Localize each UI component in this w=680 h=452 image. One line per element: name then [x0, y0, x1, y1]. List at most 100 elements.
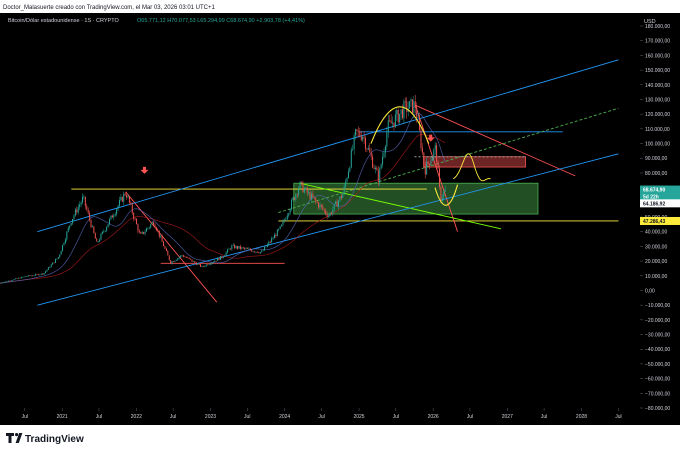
candle-body	[244, 247, 246, 249]
candle-body	[380, 164, 382, 169]
candle-body	[127, 196, 129, 198]
x-tick-label: 2024	[279, 414, 290, 420]
candle-body	[118, 200, 120, 206]
candle-body	[383, 152, 385, 157]
candle-body	[89, 213, 91, 221]
candle-body	[25, 276, 27, 278]
candle-body	[94, 233, 96, 239]
candle-body	[171, 261, 173, 264]
y-tick-label: 140.000,00	[645, 83, 670, 89]
candle-body	[182, 255, 184, 257]
candle-body	[416, 107, 418, 118]
candle-body	[420, 130, 422, 148]
candle-body	[45, 271, 47, 273]
candle-body	[276, 229, 278, 237]
candle-body	[357, 131, 359, 132]
candle-body	[155, 227, 157, 231]
y-tick-label: −30.000,00	[645, 333, 670, 339]
candle-body	[429, 163, 431, 166]
candle-body	[17, 277, 19, 279]
candle-body	[387, 120, 389, 133]
candle-body	[192, 261, 194, 262]
candle-body	[295, 194, 297, 200]
candle-body	[301, 181, 303, 183]
candle-body	[379, 168, 381, 183]
candle-body	[86, 205, 88, 210]
candle-body	[417, 117, 419, 118]
candle-body	[332, 209, 334, 214]
x-tick-label: 2022	[131, 414, 142, 420]
candle-body	[302, 182, 304, 193]
candle-body	[194, 261, 196, 263]
candle-body	[434, 145, 436, 150]
candle-body	[195, 262, 197, 265]
candle-body	[209, 263, 211, 265]
candle-body	[13, 279, 15, 281]
candle-body	[265, 246, 267, 248]
candle-body	[106, 227, 108, 231]
candle-body	[261, 251, 263, 252]
candle-body	[264, 247, 266, 251]
y-tick-label: 0,00	[645, 288, 655, 294]
chart-frame: 180.000,00 170.000,00 160.000,00 150.000,00…	[0, 0, 680, 452]
currency-label: USD	[644, 19, 656, 25]
candle-body	[219, 256, 221, 260]
price-label-text: 64.186,92	[643, 201, 665, 207]
candle-body	[84, 196, 86, 206]
candle-body	[315, 198, 317, 202]
candle-body	[281, 224, 283, 227]
candle-body	[19, 277, 21, 279]
candle-body	[255, 251, 257, 253]
candle-body	[299, 181, 301, 188]
plot-background[interactable]	[0, 13, 640, 425]
candle-body	[426, 161, 428, 175]
candle-body	[370, 152, 372, 157]
candle-body	[50, 264, 52, 268]
candle-body	[222, 256, 224, 258]
candle-body	[444, 188, 446, 192]
candle-body	[347, 171, 349, 179]
candle-body	[90, 220, 92, 228]
candle-body	[218, 258, 220, 260]
candle-body	[128, 196, 130, 203]
candle-body	[175, 259, 177, 261]
candle-body	[325, 210, 327, 214]
chart-canvas[interactable]: 180.000,00170.000,00160.000,00150.000,00…	[0, 0, 680, 452]
candle-body	[111, 215, 113, 218]
candle-body	[303, 189, 305, 193]
candle-body	[231, 245, 233, 250]
candle-body	[158, 230, 160, 237]
candle-body	[440, 186, 442, 202]
candle-body	[376, 167, 378, 171]
candle-body	[2, 282, 4, 284]
candle-body	[208, 264, 210, 266]
candle-body	[96, 238, 98, 242]
candle-body	[291, 199, 293, 210]
candle-body	[180, 255, 182, 258]
candle-body	[70, 223, 72, 226]
candle-body	[157, 230, 159, 231]
candle-body	[386, 132, 388, 147]
candle-body	[123, 193, 125, 202]
candle-body	[43, 272, 45, 275]
candle-body	[26, 276, 28, 277]
candle-body	[217, 258, 219, 261]
candle-body	[360, 136, 362, 140]
candle-body	[438, 168, 440, 187]
candle-body	[197, 263, 199, 265]
candle-body	[273, 234, 275, 239]
candle-body	[266, 244, 268, 247]
candle-body	[83, 196, 85, 198]
candle-body	[349, 167, 351, 172]
candle-body	[37, 274, 39, 276]
candle-body	[437, 162, 439, 169]
y-tick-label: 10.000,00	[645, 274, 667, 280]
candle-body	[246, 248, 248, 249]
candle-body	[215, 260, 217, 262]
candle-body	[74, 209, 76, 216]
candle-body	[326, 213, 328, 217]
candle-body	[372, 156, 374, 168]
candle-body	[5, 281, 7, 283]
candle-body	[430, 160, 432, 166]
candle-body	[40, 273, 42, 275]
